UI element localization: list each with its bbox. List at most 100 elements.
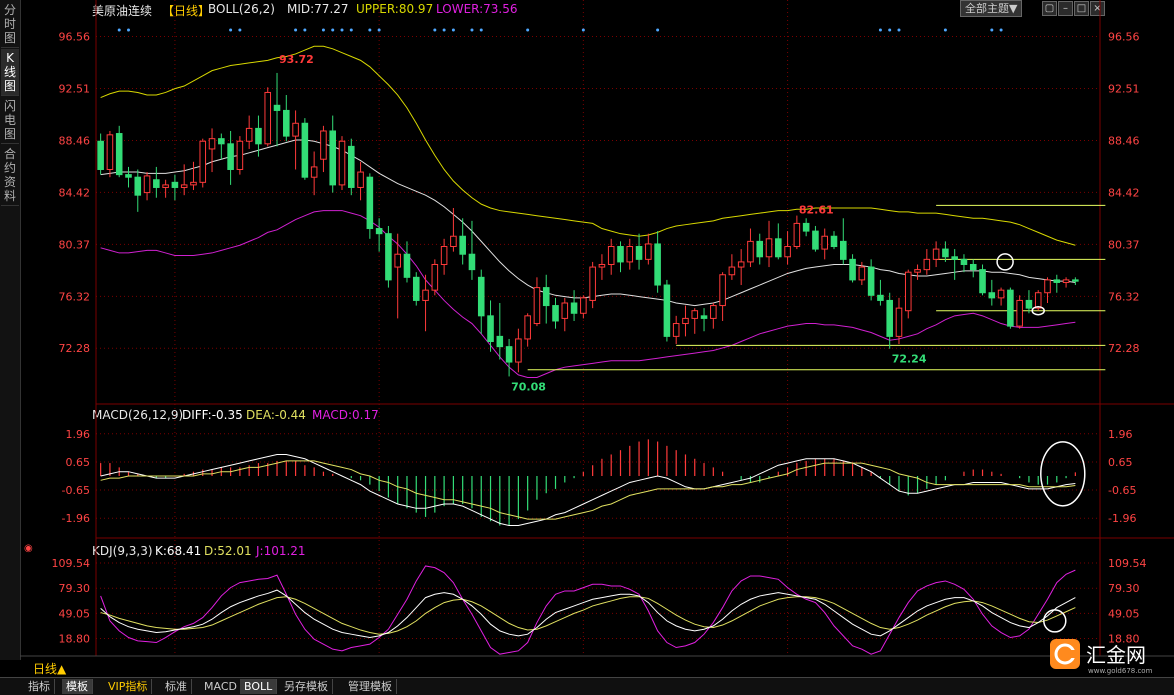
candle-body (412, 276, 420, 301)
candle-body (728, 266, 736, 276)
tab-kline[interactable]: K线图 (1, 49, 19, 96)
boll-lower-line (100, 210, 1076, 378)
price-annotation: 82.61 (799, 204, 834, 217)
candle-body (561, 302, 569, 319)
tab-vip-indicators[interactable]: VIP指标 (104, 679, 153, 694)
candle-body (589, 266, 596, 301)
candle-body (264, 91, 272, 145)
candle-body (635, 246, 643, 260)
bottom-toolbar: 指标 模板 VIP指标 标准 MACD BOLL 另存模板 管理模板 (0, 677, 1174, 695)
price-annotation: 72.24 (892, 353, 927, 366)
candle-body (162, 184, 169, 188)
y-tick-label-left: 79.30 (59, 582, 91, 595)
signal-dot (656, 28, 660, 32)
kdj-d-line (100, 596, 1076, 635)
candle-body (496, 335, 504, 348)
signal-dot (229, 28, 233, 32)
candle-body (385, 233, 392, 281)
tab-boll[interactable]: BOLL (240, 679, 278, 694)
candle-body (552, 305, 559, 322)
signal-dot (897, 28, 901, 32)
tab-indicators[interactable]: 指标 (24, 679, 55, 694)
candle-body (951, 256, 958, 260)
candle-body (422, 289, 429, 301)
candle-body (125, 174, 132, 178)
candle-body (301, 122, 309, 178)
candle-body (97, 140, 104, 170)
y-tick-label-right: 96.56 (1108, 30, 1140, 43)
candle-body (505, 346, 513, 363)
signal-dot (349, 28, 353, 32)
tab-templates[interactable]: 模板 (62, 679, 93, 694)
candle-body (347, 145, 355, 188)
signal-dot (479, 28, 483, 32)
signal-dot (238, 28, 242, 32)
signal-dot (294, 28, 298, 32)
y-tick-label-right: -1.96 (1108, 512, 1136, 525)
candle-body (663, 284, 671, 337)
tab-macd[interactable]: MACD (200, 679, 242, 694)
tab-save-template[interactable]: 另存模板 (280, 679, 333, 694)
candle-body (747, 240, 754, 263)
candle-body (784, 246, 791, 258)
signal-dot (331, 28, 335, 32)
candle-body (710, 305, 717, 319)
y-tick-label-left: 0.65 (66, 456, 91, 469)
gold678-logo: 汇金网 www.gold678.com (1048, 636, 1166, 676)
candle-body (654, 243, 661, 286)
tab-intraday[interactable]: 分时图 (1, 1, 19, 48)
period-selector[interactable]: 日线▲ (33, 660, 66, 677)
price-annotation: 93.72 (279, 53, 314, 66)
candle-body (190, 181, 197, 186)
candle-body (1016, 299, 1023, 327)
tab-contract-info[interactable]: 合约资料 (1, 145, 19, 206)
signal-dot (442, 28, 446, 32)
candle-body (153, 179, 160, 188)
signal-dot (943, 28, 947, 32)
candle-body (450, 235, 457, 248)
candle-body (672, 323, 680, 337)
candle-body (329, 130, 337, 186)
candle-body (849, 258, 856, 281)
candle-body (338, 140, 346, 186)
candle-body (700, 315, 708, 319)
candle-body (719, 274, 726, 307)
candle-body (626, 246, 634, 263)
candle-body (960, 258, 968, 265)
candle-body (440, 246, 448, 265)
y-tick-label-right: 79.30 (1108, 582, 1140, 595)
candle-body (812, 230, 819, 250)
logo-url: www.gold678.com (1088, 667, 1153, 675)
y-tick-label-left: 18.80 (59, 633, 91, 646)
y-tick-label-right: 1.96 (1108, 428, 1133, 441)
candle-body (793, 222, 801, 248)
y-tick-label-right: 72.28 (1108, 342, 1140, 355)
candle-body (756, 240, 764, 258)
candle-body (218, 138, 225, 145)
candle-body (691, 310, 699, 319)
candle-body (923, 258, 931, 271)
x-tick-label: 2023/01 (561, 659, 607, 660)
candle-body (737, 261, 745, 268)
candle-body (431, 263, 439, 291)
candle-body (1007, 289, 1014, 327)
y-tick-label-left: 88.46 (59, 134, 91, 147)
highlight-circle (1040, 441, 1086, 507)
candle-body (320, 130, 327, 160)
candle-body (830, 235, 838, 248)
y-tick-label-left: 80.37 (59, 238, 91, 251)
candle-body (942, 248, 949, 258)
tab-flash-chart[interactable]: 闪电图 (1, 97, 19, 144)
chart-canvas[interactable]: 93.72 82.61 72.24 70.08 96.56 96.56 92.51 92.5… (20, 0, 1174, 660)
candle-body (143, 175, 151, 194)
tab-standard[interactable]: 标准 (161, 679, 192, 694)
candle-body (515, 338, 522, 363)
signal-dot (126, 28, 130, 32)
y-tick-label-right: 76.32 (1108, 290, 1140, 303)
candle-body (617, 246, 624, 263)
tab-manage-templates[interactable]: 管理模板 (344, 679, 397, 694)
signal-dot (526, 28, 530, 32)
y-tick-label-left: 96.56 (59, 30, 91, 43)
candle-body (533, 287, 541, 325)
candle-body (886, 299, 893, 337)
